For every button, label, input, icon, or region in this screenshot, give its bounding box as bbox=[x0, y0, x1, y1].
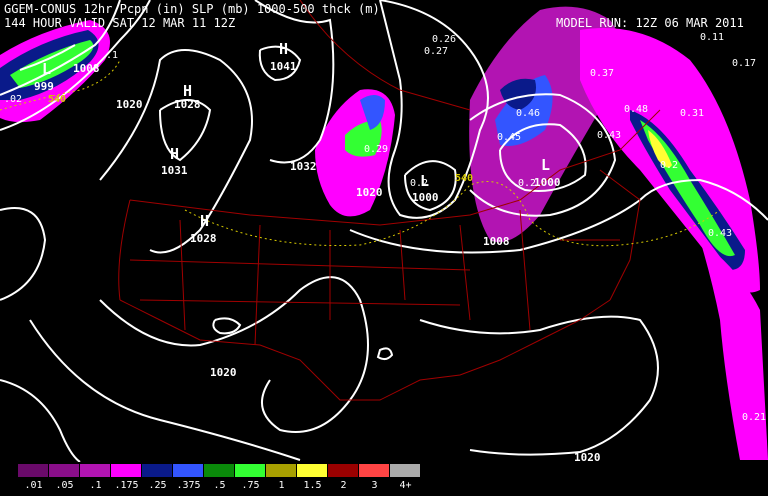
pressure-label: 1020 bbox=[356, 186, 383, 199]
pressure-label: 1020 bbox=[574, 451, 601, 464]
legend-swatch bbox=[18, 464, 49, 477]
precip-amount: 0.43 bbox=[597, 130, 622, 141]
precip-amount: 0.2 bbox=[518, 178, 537, 189]
precip-amount: 0.2 bbox=[660, 160, 679, 171]
pressure-label: 1008 bbox=[483, 235, 510, 248]
precip-amount: 0.29 bbox=[364, 144, 389, 155]
legend-swatch bbox=[297, 464, 328, 477]
legend-swatch bbox=[390, 464, 421, 477]
legend-label: .175 bbox=[114, 480, 139, 491]
legend-swatch bbox=[111, 464, 142, 477]
valid-time: 144 HOUR VALID SAT 12 MAR 11 12Z bbox=[4, 16, 236, 30]
precip-amount: .02 bbox=[4, 94, 23, 105]
legend-label: .5 bbox=[213, 480, 226, 491]
legend-label: 4+ bbox=[399, 480, 412, 491]
legend-label: .375 bbox=[176, 480, 201, 491]
precip-amount: 0.31 bbox=[680, 108, 705, 119]
high-center-label: H bbox=[170, 145, 180, 163]
legend-label: .25 bbox=[148, 480, 167, 491]
legend-label: .05 bbox=[55, 480, 74, 491]
thickness-label: 540 bbox=[455, 173, 474, 184]
pressure-label: 1020 bbox=[116, 98, 143, 111]
high-center-label: H bbox=[279, 40, 289, 58]
legend-label: 2 bbox=[340, 480, 347, 491]
low-center-label: L bbox=[541, 156, 551, 174]
pressure-label: 1028 bbox=[190, 232, 217, 245]
precip-amount: 0.46 bbox=[516, 108, 541, 119]
legend-label: .01 bbox=[24, 480, 43, 491]
pressure-label: 1000 bbox=[534, 176, 561, 189]
legend-label: 1 bbox=[278, 480, 285, 491]
precip-amount: 0.17 bbox=[732, 58, 757, 69]
legend-swatch bbox=[173, 464, 204, 477]
legend-swatch bbox=[266, 464, 297, 477]
precip-amount: 0.11 bbox=[700, 32, 725, 43]
precip-amount: 0.37 bbox=[590, 68, 615, 79]
pressure-label: 1020 bbox=[210, 366, 237, 379]
precip-amount: 0.2 bbox=[410, 178, 429, 189]
legend-swatch bbox=[49, 464, 80, 477]
model-run: MODEL RUN: 12Z 06 MAR 2011 bbox=[556, 16, 744, 30]
pressure-label: 1000 bbox=[412, 191, 439, 204]
precip-legend-labels: .01 .05 .1 .175 .25 .375 .5 .75 1 1.5 2 3 4+ bbox=[18, 480, 411, 494]
legend-swatch bbox=[80, 464, 111, 477]
pressure-label: 1041 bbox=[270, 60, 297, 73]
pressure-label: 1031 bbox=[161, 164, 188, 177]
legend-label: .1 bbox=[89, 480, 102, 491]
forecast-map bbox=[0, 0, 768, 462]
precip-amount: .1 bbox=[106, 50, 119, 61]
high-center-label: H bbox=[200, 212, 210, 230]
pressure-label: 999 bbox=[34, 80, 54, 93]
precip-amount: 0.48 bbox=[624, 104, 649, 115]
legend-swatch bbox=[142, 464, 173, 477]
legend-swatch bbox=[328, 464, 359, 477]
legend-label: 1.5 bbox=[303, 480, 322, 491]
map-title: GGEM-CONUS 12hr Pcpn (in) SLP (mb) 1000-… bbox=[4, 2, 380, 16]
legend-swatch bbox=[235, 464, 266, 477]
precip-amount: 0.45 bbox=[497, 132, 522, 143]
precip-amount: 0.26 bbox=[432, 34, 457, 45]
precip-amount: 0.21 bbox=[742, 412, 767, 423]
pressure-label: 1032 bbox=[290, 160, 317, 173]
pressure-label: 1008 bbox=[73, 62, 100, 75]
precip-legend bbox=[18, 464, 421, 477]
legend-swatch bbox=[204, 464, 235, 477]
pressure-label: 1028 bbox=[174, 98, 201, 111]
low-center-label: L bbox=[42, 60, 52, 78]
legend-swatch bbox=[359, 464, 390, 477]
thickness-label: 540 bbox=[48, 94, 67, 105]
precip-amount: 0.43 bbox=[708, 228, 733, 239]
legend-label: 3 bbox=[371, 480, 378, 491]
precip-amount: 0.27 bbox=[424, 46, 449, 57]
legend-label: .75 bbox=[241, 480, 260, 491]
